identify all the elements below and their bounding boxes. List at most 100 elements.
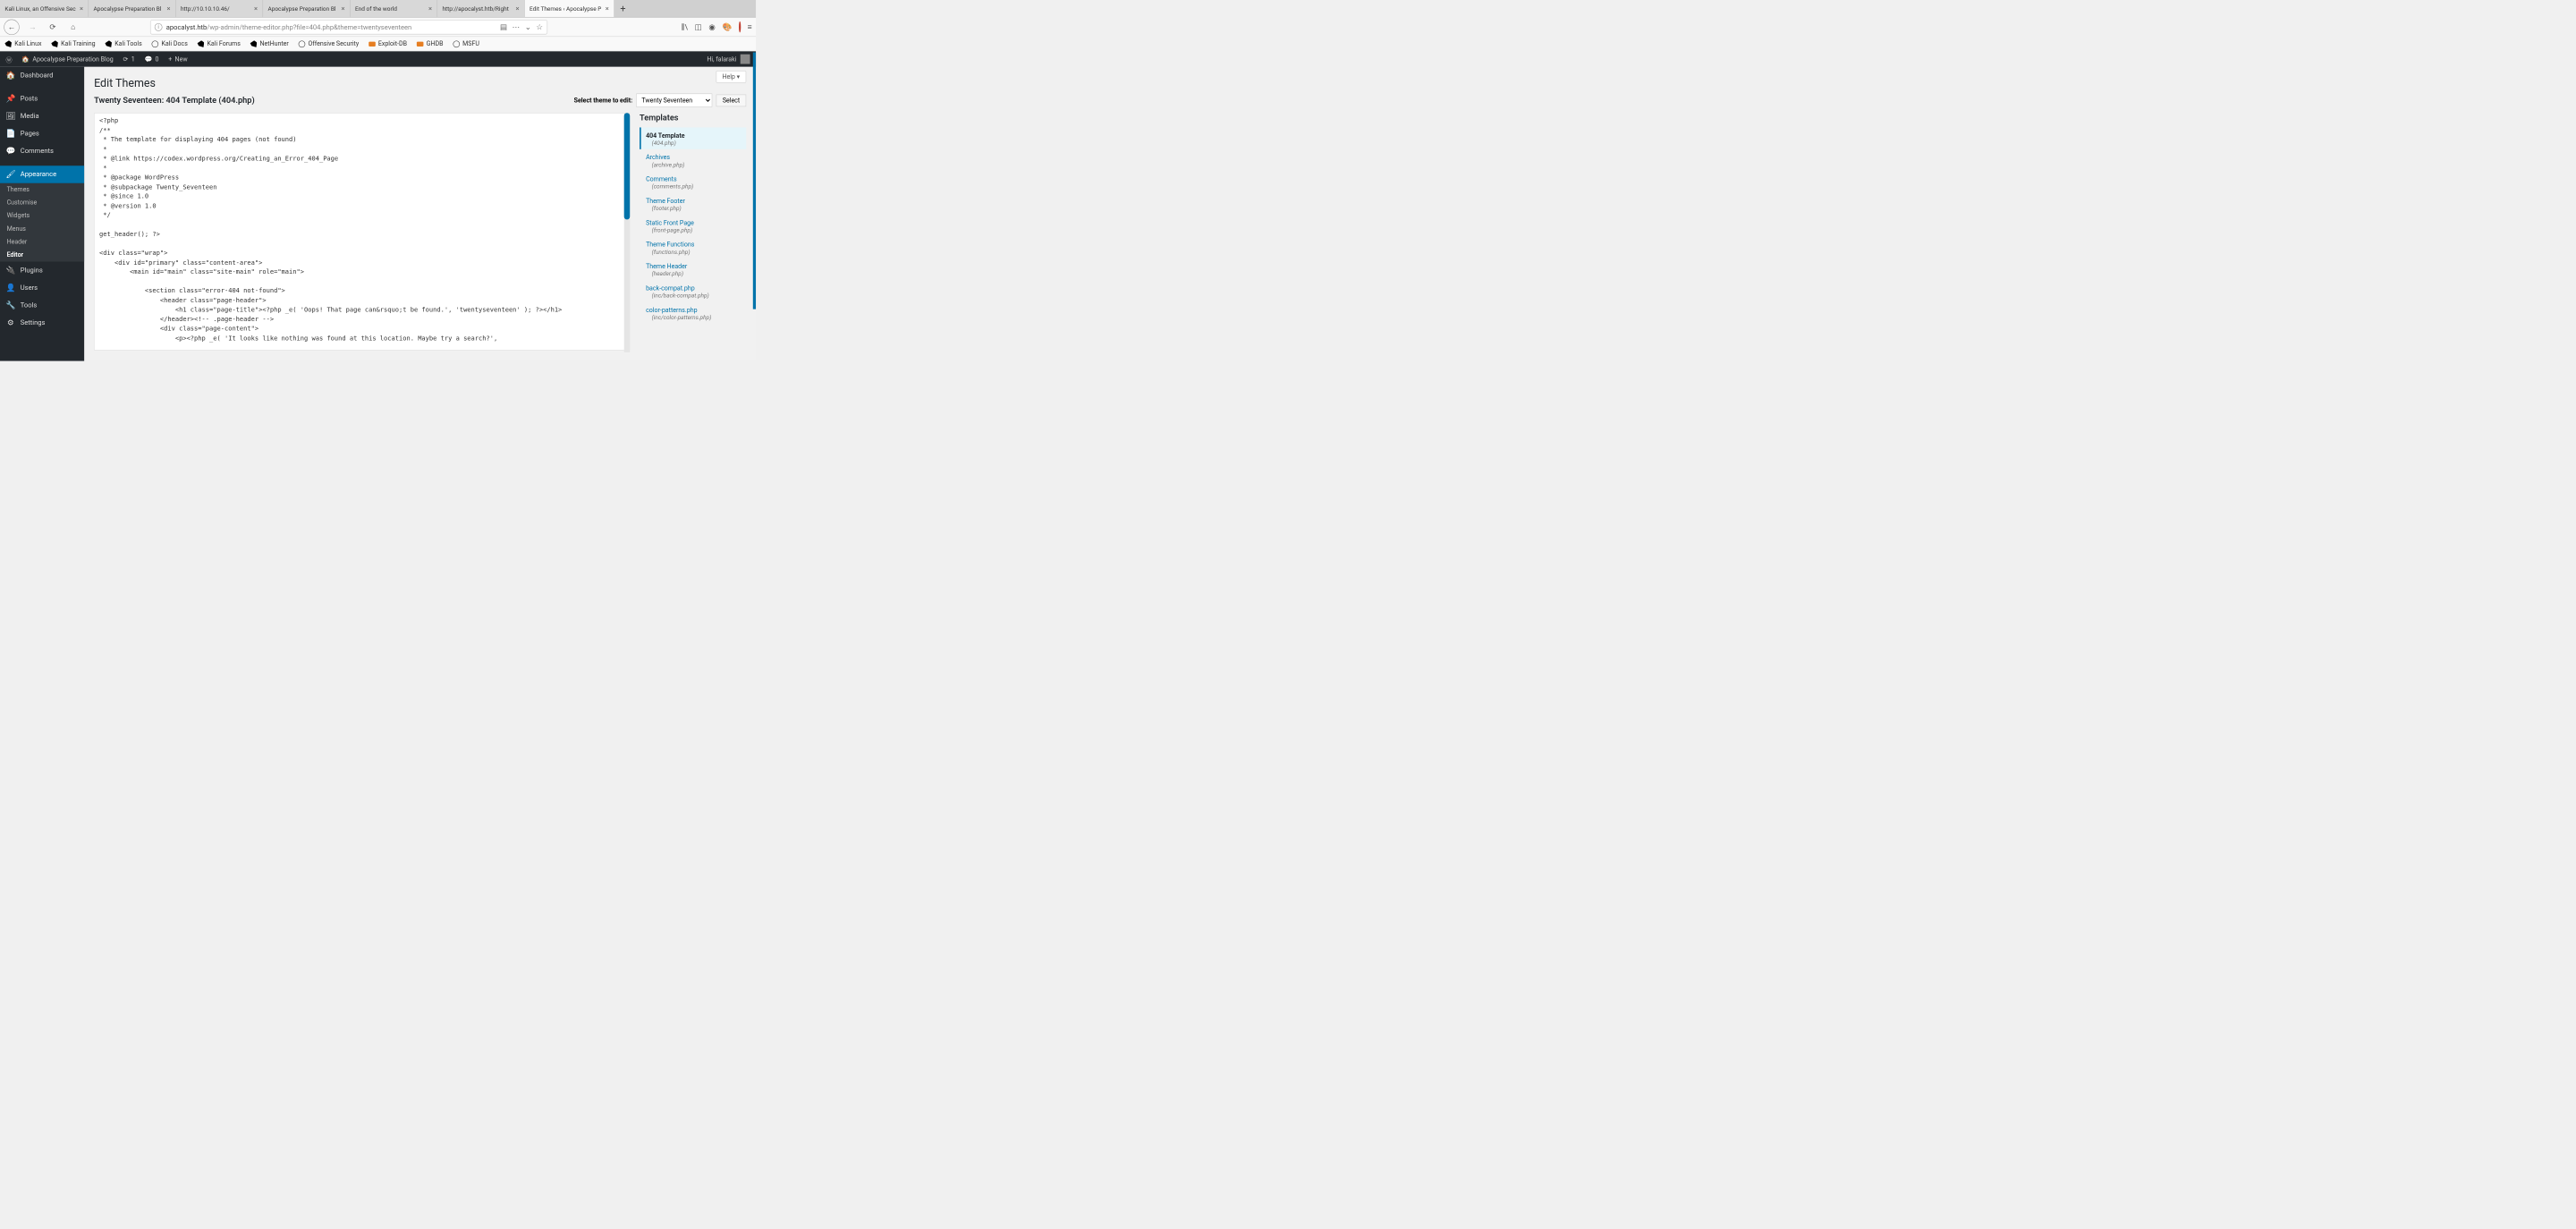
browser-tab[interactable]: Apocalypse Preparation Bl× bbox=[263, 0, 351, 17]
scrollbar-thumb[interactable] bbox=[624, 113, 631, 219]
select-button[interactable]: Select bbox=[716, 94, 746, 106]
info-icon[interactable]: i bbox=[155, 23, 163, 31]
back-button[interactable]: ← bbox=[4, 19, 19, 34]
bookmark-ghdb[interactable]: GHDB bbox=[417, 40, 444, 47]
site-link[interactable]: 🏠Apocalypse Preparation Blog bbox=[21, 55, 113, 63]
menu-dashboard[interactable]: 🏠Dashboard bbox=[0, 67, 84, 85]
browser-tab[interactable]: Apocalypse Preparation Bl × bbox=[89, 0, 176, 17]
extension-icon[interactable]: 🎨 bbox=[723, 22, 733, 32]
template-item[interactable]: color-patterns.php(inc/color-patterns.ph… bbox=[640, 301, 746, 323]
submenu-editor[interactable]: Editor bbox=[0, 249, 84, 262]
bookmark-kali-training[interactable]: Kali Training bbox=[51, 40, 95, 47]
menu-settings[interactable]: ⚙Settings bbox=[0, 314, 84, 332]
kali-icon bbox=[250, 40, 258, 47]
close-icon[interactable]: × bbox=[516, 4, 520, 13]
user-icon: 👤 bbox=[6, 283, 16, 292]
exploit-icon bbox=[369, 41, 376, 46]
scrollbar-track[interactable] bbox=[624, 113, 631, 352]
bookmark-exploit-db[interactable]: Exploit-DB bbox=[369, 40, 407, 47]
browser-tab[interactable]: http://apocalyst.htb/Right× bbox=[437, 0, 525, 17]
updates-link[interactable]: ⟳1 bbox=[123, 55, 135, 63]
close-icon[interactable]: × bbox=[342, 4, 345, 13]
browser-tab[interactable]: Kali Linux, an Offensive Sec× bbox=[0, 0, 89, 17]
menu-posts[interactable]: 📌Posts bbox=[0, 90, 84, 108]
submenu-menus[interactable]: Menus bbox=[0, 223, 84, 236]
noscript-icon[interactable] bbox=[739, 22, 741, 32]
template-filename: (archive.php) bbox=[652, 161, 741, 168]
page-scrollbar[interactable] bbox=[753, 53, 756, 309]
menu-label: Settings bbox=[21, 318, 46, 326]
menu-users[interactable]: 👤Users bbox=[0, 279, 84, 297]
template-item[interactable]: Archives(archive.php) bbox=[640, 149, 746, 171]
page-title: Edit Themes bbox=[94, 77, 746, 90]
tab-title: Apocalypse Preparation Bl bbox=[93, 5, 163, 13]
submenu-header[interactable]: Header bbox=[0, 235, 84, 249]
template-item[interactable]: Comments(comments.php) bbox=[640, 171, 746, 192]
close-icon[interactable]: × bbox=[80, 4, 83, 13]
code-editor[interactable]: <?php /** * The template for displaying … bbox=[94, 113, 630, 350]
help-tab[interactable]: Help ▾ bbox=[716, 71, 746, 83]
sidebar-icon[interactable]: ◫ bbox=[695, 22, 702, 32]
browser-tab[interactable]: http://10.10.10.46/ × bbox=[176, 0, 264, 17]
submenu-customise[interactable]: Customise bbox=[0, 196, 84, 209]
template-filename: (comments.php) bbox=[652, 183, 741, 191]
bookmark-kali-docs[interactable]: Kali Docs bbox=[152, 40, 188, 47]
comments-link[interactable]: 💬0 bbox=[144, 55, 158, 63]
reload-button[interactable]: ⟳ bbox=[46, 20, 60, 34]
new-tab-button[interactable]: + bbox=[614, 0, 632, 17]
theme-select[interactable]: Twenty Seventeen bbox=[636, 94, 712, 107]
url-path: /wp-admin/theme-editor.php?file=404.php&… bbox=[207, 24, 411, 32]
menu-comments[interactable]: 💬Comments bbox=[0, 142, 84, 160]
bookmark-msfu[interactable]: MSFU bbox=[453, 40, 479, 47]
close-icon[interactable]: × bbox=[167, 4, 171, 13]
new-label: New bbox=[175, 55, 188, 63]
bookmark-star-icon[interactable]: ☆ bbox=[536, 22, 543, 31]
reader-icon[interactable]: ▤ bbox=[500, 22, 507, 31]
browser-tab[interactable]: End of the world× bbox=[351, 0, 438, 17]
bookmark-kali-forums[interactable]: Kali Forums bbox=[198, 40, 241, 47]
bookmark-kali-tools[interactable]: Kali Tools bbox=[105, 40, 141, 47]
browser-tab-active[interactable]: Edit Themes ‹ Apocalypse P× bbox=[525, 0, 614, 17]
template-item[interactable]: Theme Header(header.php) bbox=[640, 259, 746, 280]
wp-logo[interactable]: ⓦ bbox=[6, 55, 13, 64]
code-editor-wrap: <?php /** * The template for displaying … bbox=[94, 113, 630, 352]
greeting[interactable]: Hi, falaraki bbox=[707, 55, 736, 63]
close-icon[interactable]: × bbox=[428, 4, 432, 13]
template-item[interactable]: 404 Template(404.php) bbox=[640, 127, 746, 148]
menu-plugins[interactable]: 🔌Plugins bbox=[0, 262, 84, 280]
template-name: 404 Template bbox=[646, 132, 684, 140]
menu-media[interactable]: 🖼Media bbox=[0, 107, 84, 125]
submenu-widgets[interactable]: Widgets bbox=[0, 209, 84, 223]
bookmark-nethunter[interactable]: NetHunter bbox=[250, 40, 289, 47]
bookmark-label: Offensive Security bbox=[308, 40, 359, 47]
tab-title: http://10.10.10.46/ bbox=[181, 5, 250, 13]
template-item[interactable]: Theme Footer(footer.php) bbox=[640, 193, 746, 215]
bookmark-offsec[interactable]: Offensive Security bbox=[299, 40, 360, 47]
home-button[interactable]: ⌂ bbox=[66, 20, 80, 34]
bookmark-label: Kali Tools bbox=[114, 40, 142, 47]
template-item[interactable]: back-compat.php(inc/back-compat.php) bbox=[640, 280, 746, 301]
templates-panel: Templates 404 Template(404.php)Archives(… bbox=[640, 113, 746, 352]
close-icon[interactable]: × bbox=[606, 4, 609, 13]
template-filename: (inc/color-patterns.php) bbox=[652, 314, 741, 321]
bookmark-kali-linux[interactable]: Kali Linux bbox=[4, 40, 41, 47]
more-icon[interactable]: ⋯ bbox=[513, 22, 521, 31]
bookmark-label: Kali Training bbox=[61, 40, 95, 47]
account-icon[interactable]: ◉ bbox=[708, 22, 716, 32]
url-bar[interactable]: i apocalyst.htb/wp-admin/theme-editor.ph… bbox=[150, 20, 547, 34]
template-item[interactable]: Theme Functions(functions.php) bbox=[640, 236, 746, 258]
menu-tools[interactable]: 🔧Tools bbox=[0, 297, 84, 315]
menu-label: Posts bbox=[21, 95, 38, 103]
menu-icon[interactable]: ≡ bbox=[748, 22, 752, 32]
new-link[interactable]: +New bbox=[168, 55, 187, 63]
close-icon[interactable]: × bbox=[254, 4, 258, 13]
template-item[interactable]: Static Front Page(front-page.php) bbox=[640, 215, 746, 236]
pocket-icon[interactable]: ⌄ bbox=[525, 22, 531, 31]
library-icon[interactable]: ⫼\ bbox=[681, 22, 688, 32]
forward-button[interactable]: → bbox=[25, 20, 39, 34]
menu-appearance[interactable]: 🖌Appearance bbox=[0, 165, 84, 183]
menu-pages[interactable]: 📄Pages bbox=[0, 125, 84, 143]
avatar[interactable] bbox=[741, 55, 750, 64]
template-name: Comments bbox=[646, 176, 677, 183]
submenu-themes[interactable]: Themes bbox=[0, 183, 84, 197]
